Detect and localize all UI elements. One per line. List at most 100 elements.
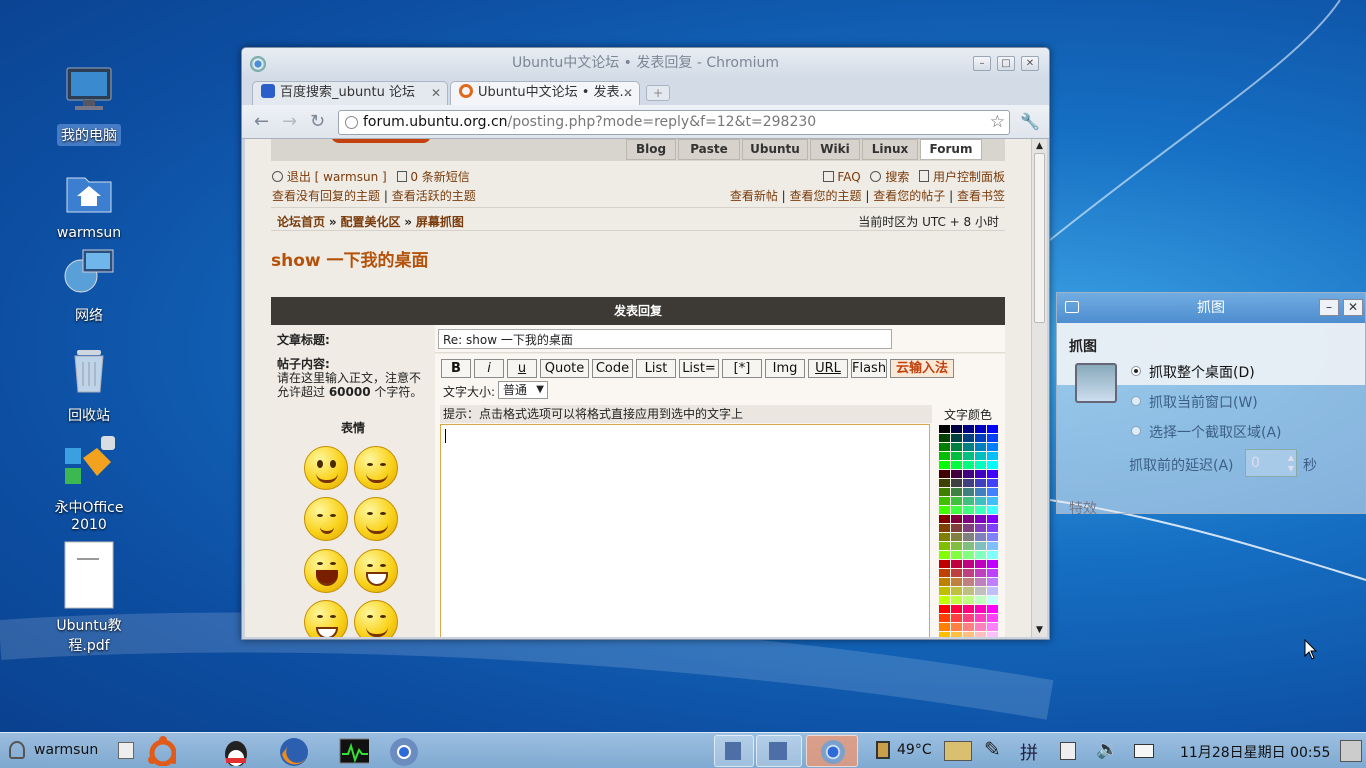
color-swatch[interactable] (963, 479, 974, 487)
color-swatch[interactable] (963, 497, 974, 505)
taskbar-window-2[interactable] (756, 735, 802, 767)
screenshot-tray-icon[interactable] (1340, 740, 1362, 762)
color-swatch[interactable] (939, 425, 950, 433)
grab-area-label[interactable]: 选择一个截取区域(A) (1149, 422, 1282, 442)
color-swatch[interactable] (963, 623, 974, 631)
maximize-button[interactable]: □ (997, 56, 1015, 71)
pen-icon[interactable]: ✎ (984, 737, 1001, 761)
forward-icon[interactable]: → (282, 113, 297, 131)
color-swatch[interactable] (975, 506, 986, 514)
color-swatch[interactable] (963, 461, 974, 469)
color-swatch[interactable] (975, 596, 986, 604)
smiley-icon[interactable] (304, 600, 348, 637)
bold-button[interactable]: B (441, 359, 471, 378)
your-topics-link[interactable]: 查看您的主题 (790, 189, 862, 203)
desktop-icon-computer[interactable]: 我的电脑 (34, 64, 144, 146)
list-item-button[interactable]: [*] (722, 359, 762, 378)
color-swatch[interactable] (939, 470, 950, 478)
color-swatch[interactable] (975, 488, 986, 496)
url-button[interactable]: URL (808, 359, 848, 378)
nav-tab-blog[interactable]: Blog (626, 139, 676, 160)
color-swatch[interactable] (951, 551, 962, 559)
color-swatch[interactable] (951, 614, 962, 622)
color-swatch[interactable] (987, 434, 998, 442)
color-swatch[interactable] (975, 470, 986, 478)
ime-icon[interactable]: 拼 (1020, 739, 1038, 765)
color-swatch[interactable] (939, 443, 950, 451)
color-swatch[interactable] (987, 488, 998, 496)
color-swatch[interactable] (951, 515, 962, 523)
taskbar-username[interactable]: warmsun (34, 742, 98, 758)
nav-tab-paste[interactable]: Paste (678, 139, 740, 160)
color-swatch[interactable] (963, 506, 974, 514)
color-swatch[interactable] (963, 452, 974, 460)
subject-input[interactable]: Re: show 一下我的桌面 (438, 329, 892, 349)
color-swatch[interactable] (987, 470, 998, 478)
color-swatch[interactable] (975, 542, 986, 550)
color-swatch[interactable] (939, 461, 950, 469)
color-swatch[interactable] (975, 614, 986, 622)
list-numbered-button[interactable]: List= (679, 359, 719, 378)
color-swatch[interactable] (951, 623, 962, 631)
clipboard-icon[interactable] (1060, 742, 1076, 760)
dialog-titlebar[interactable]: 抓图 – ✕ (1057, 293, 1365, 323)
color-swatch[interactable] (939, 434, 950, 442)
tab-baidu[interactable]: 百度搜索_ubuntu 论坛 ✕ (252, 81, 448, 105)
color-swatch[interactable] (939, 623, 950, 631)
tab-close-icon[interactable]: ✕ (623, 82, 633, 104)
color-swatch[interactable] (975, 632, 986, 637)
bookmarks-link[interactable]: 查看书签 (957, 189, 1005, 203)
color-swatch[interactable] (987, 443, 998, 451)
smiley-icon[interactable] (354, 497, 398, 541)
color-swatch[interactable] (963, 560, 974, 568)
color-swatch[interactable] (939, 596, 950, 604)
scroll-thumb[interactable] (1034, 153, 1045, 323)
keyboard-layout-icon[interactable] (944, 741, 972, 761)
breadcrumb-subforum[interactable]: 屏幕抓图 (416, 215, 464, 229)
color-swatch[interactable] (963, 533, 974, 541)
color-swatch[interactable] (963, 515, 974, 523)
color-swatch[interactable] (951, 425, 962, 433)
color-swatch[interactable] (987, 479, 998, 487)
message-textarea[interactable] (440, 424, 930, 637)
underline-button[interactable]: u (507, 359, 537, 378)
color-swatch[interactable] (939, 479, 950, 487)
desktop-icon-pdf[interactable]: Ubuntu教程.pdf (34, 540, 144, 656)
color-swatch[interactable] (975, 425, 986, 433)
color-swatch[interactable] (963, 596, 974, 604)
color-swatch[interactable] (951, 605, 962, 613)
color-swatch[interactable] (975, 434, 986, 442)
nav-tab-forum[interactable]: Forum (920, 139, 982, 160)
color-swatch[interactable] (951, 596, 962, 604)
color-swatch[interactable] (975, 443, 986, 451)
dialog-minimize-button[interactable]: – (1319, 299, 1339, 316)
minimize-button[interactable]: – (973, 56, 991, 71)
grab-desktop-label[interactable]: 抓取整个桌面(D) (1149, 362, 1255, 382)
color-swatch[interactable] (963, 443, 974, 451)
color-swatch[interactable] (975, 497, 986, 505)
list-button[interactable]: List (636, 359, 676, 378)
color-swatch[interactable] (975, 623, 986, 631)
tab-close-icon[interactable]: ✕ (431, 82, 441, 104)
color-swatch[interactable] (939, 488, 950, 496)
color-swatch[interactable] (963, 551, 974, 559)
topic-title[interactable]: show 一下我的桌面 (271, 246, 429, 271)
color-swatch[interactable] (963, 587, 974, 595)
color-swatch[interactable] (951, 569, 962, 577)
color-swatch[interactable] (963, 605, 974, 613)
color-swatch[interactable] (963, 542, 974, 550)
window-titlebar[interactable]: Ubuntu中文论坛 • 发表回复 - Chromium – □ ✕ (242, 48, 1049, 79)
desktop-icon-trash[interactable]: 回收站 (34, 344, 144, 426)
color-swatch[interactable] (975, 605, 986, 613)
color-swatch[interactable] (987, 515, 998, 523)
nav-tab-linux[interactable]: Linux (862, 139, 918, 160)
desktop-icon-network[interactable]: 网络 (34, 244, 144, 326)
font-size-select[interactable]: 普通 ▼ (498, 381, 548, 399)
smiley-icon[interactable] (304, 549, 348, 593)
mail-icon[interactable] (1134, 744, 1154, 758)
color-swatch[interactable] (987, 461, 998, 469)
color-swatch[interactable] (975, 551, 986, 559)
color-swatch[interactable] (951, 542, 962, 550)
color-swatch[interactable] (987, 533, 998, 541)
color-swatch[interactable] (951, 461, 962, 469)
